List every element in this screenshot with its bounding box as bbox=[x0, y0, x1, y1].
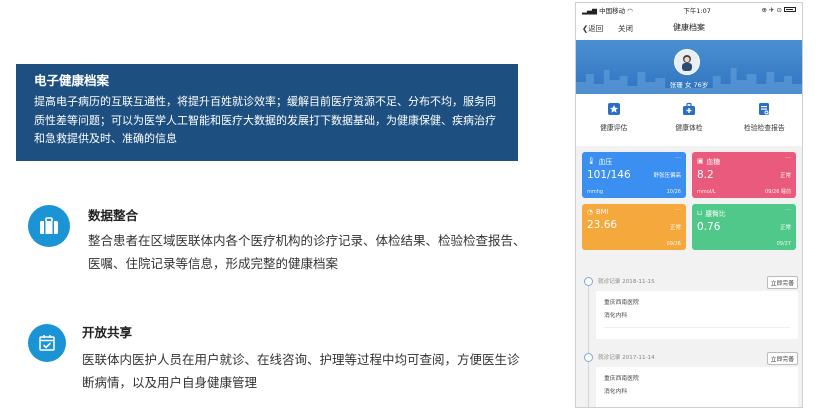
glucose-icon: ▣ bbox=[697, 157, 704, 165]
feature-title: 开放共享 bbox=[82, 325, 133, 340]
complete-record-button[interactable]: 立即完善 bbox=[766, 276, 798, 289]
page-title: 健康档案 bbox=[673, 23, 705, 32]
feature-desc: 整合患者在区域医联体内各个医疗机构的诊疗记录、体检结果、检验检查报告、医嘱、住院… bbox=[88, 233, 526, 271]
nav-bar: ❮返回 关闭 健康档案 bbox=[576, 16, 802, 40]
wifi-icon: ◠ bbox=[627, 6, 633, 15]
quick-label: 健康体检 bbox=[675, 124, 703, 132]
status-icons: ⊕ ✈ ⊙ bbox=[761, 6, 796, 14]
card-header: ⊔ 腰臀比 ··· bbox=[697, 207, 791, 218]
timeline-dot-icon bbox=[584, 277, 593, 286]
card-value: 8.2 bbox=[697, 169, 714, 181]
avatar[interactable] bbox=[674, 49, 700, 75]
card-waist-hip-ratio[interactable]: ⊔ 腰臀比 ··· 0.76 正常 09/27 bbox=[692, 204, 796, 250]
intro-title: 电子健康档案 bbox=[34, 73, 110, 88]
status-time: 下午1:07 bbox=[683, 6, 711, 15]
more-icon[interactable]: ··· bbox=[675, 155, 681, 162]
card-status: 正常 bbox=[779, 173, 791, 179]
card-date: 09/26 bbox=[666, 241, 681, 247]
card-header: ▣ 血糖 ··· bbox=[697, 155, 791, 166]
quick-lab-report[interactable]: 检验检查报告 bbox=[729, 102, 799, 132]
ruler-icon: ⊔ bbox=[697, 209, 703, 217]
record-hospital: 重庆西南医院 bbox=[604, 300, 639, 306]
card-title: 血压 bbox=[598, 158, 613, 166]
battery-icon bbox=[784, 7, 796, 12]
card-title: 腰臀比 bbox=[705, 210, 726, 218]
card-blood-sugar[interactable]: ▣ 血糖 ··· 8.2 正常 mmol/L 09/26 睡前 bbox=[692, 152, 796, 198]
quick-health-checkup[interactable]: 健康体检 bbox=[654, 102, 724, 132]
medical-kit-icon bbox=[682, 102, 695, 115]
user-age: 76岁 bbox=[693, 81, 709, 89]
intro-box: 电子健康档案 提高电子病历的互联互通性，将提升百姓就诊效率；缓解目前医疗资源不足… bbox=[16, 64, 518, 161]
feature-title: 数据整合 bbox=[88, 208, 139, 223]
quick-label: 检验检查报告 bbox=[743, 124, 785, 132]
visit-timeline: 就诊记录 2018-11-15 立即完善 重庆西南医院 消化内科 就诊记录 20… bbox=[582, 271, 798, 407]
card-title: BMI bbox=[595, 208, 609, 216]
signal-icon: ▂▄▆ bbox=[582, 6, 597, 15]
health-cards: 🌡 血压 ··· 101/146 舒张压偏高 mmhg 10/26 ▣ 血糖 ·… bbox=[576, 146, 802, 250]
card-date: 10/26 bbox=[666, 189, 681, 195]
user-info: 张珊 女 76岁 bbox=[576, 79, 802, 89]
card-value: 0.76 bbox=[697, 221, 721, 233]
gauge-icon: ◔ bbox=[587, 208, 593, 216]
status-bar: ▂▄▆ 中国移动 ◠ 下午1:07 ⊕ ✈ ⊙ bbox=[576, 3, 802, 16]
more-icon[interactable]: ··· bbox=[785, 207, 791, 214]
record-hospital: 重庆西南医院 bbox=[604, 376, 639, 382]
star-badge-icon bbox=[607, 103, 620, 115]
timeline-dot-icon bbox=[584, 353, 593, 362]
card-status: 舒张压偏高 bbox=[653, 173, 681, 179]
timeline-entry: 就诊记录 2018-11-15 立即完善 重庆西南医院 消化内科 bbox=[582, 271, 798, 347]
card-bmi[interactable]: ◔ BMI ··· 23.66 正常 09/26 bbox=[582, 204, 686, 250]
profile-header: 张珊 女 76岁 bbox=[576, 40, 802, 94]
carrier-label: ▂▄▆ 中国移动 ◠ bbox=[582, 6, 633, 15]
record-card[interactable]: 重庆西南医院 消化内科 bbox=[596, 367, 798, 407]
record-dept: 消化内科 bbox=[604, 389, 628, 395]
briefcase-icon bbox=[28, 205, 70, 247]
more-icon[interactable]: ··· bbox=[675, 207, 681, 214]
record-date: 就诊记录 2018-11-15 bbox=[598, 279, 655, 285]
phone-screen: ▂▄▆ 中国移动 ◠ 下午1:07 ⊕ ✈ ⊙ ❮返回 关闭 健康档案 张珊 女 bbox=[575, 2, 803, 408]
card-blood-pressure[interactable]: 🌡 血压 ··· 101/146 舒张压偏高 mmhg 10/26 bbox=[582, 152, 686, 198]
record-date: 就诊记录 2017-11-14 bbox=[598, 355, 655, 361]
user-gender: 女 bbox=[684, 81, 692, 89]
card-header: 🌡 血压 ··· bbox=[587, 155, 681, 166]
divider bbox=[604, 327, 790, 328]
record-card[interactable]: 重庆西南医院 消化内科 bbox=[596, 291, 798, 339]
thermometer-icon: 🌡 bbox=[587, 157, 596, 165]
quick-health-assessment[interactable]: 健康评估 bbox=[579, 102, 649, 132]
card-unit: mmol/L bbox=[697, 189, 716, 195]
card-title: 血糖 bbox=[706, 158, 721, 166]
quick-label: 健康评估 bbox=[600, 124, 628, 132]
complete-record-button[interactable]: 立即完善 bbox=[766, 352, 798, 365]
card-value: 23.66 bbox=[587, 219, 618, 231]
card-unit: mmhg bbox=[587, 189, 604, 195]
report-icon bbox=[759, 103, 770, 115]
feature-desc: 医联体内医护人员在用户就诊、在线咨询、护理等过程中均可查阅，方便医生诊断病情，以… bbox=[82, 352, 520, 390]
more-icon[interactable]: ··· bbox=[785, 155, 791, 162]
card-date: 09/26 睡前 bbox=[765, 189, 791, 195]
card-header: ◔ BMI ··· bbox=[587, 207, 681, 216]
user-name: 张珊 bbox=[669, 81, 683, 89]
record-dept: 消化内科 bbox=[604, 313, 628, 319]
card-date: 09/27 bbox=[776, 241, 791, 247]
card-status: 正常 bbox=[779, 225, 791, 231]
intro-body: 提高电子病历的互联互通性，将提升百姓就诊效率；缓解目前医疗资源不足、分布不均，服… bbox=[34, 95, 496, 145]
calendar-check-icon bbox=[28, 324, 66, 362]
card-status: 正常 bbox=[669, 225, 681, 231]
timeline-entry: 就诊记录 2017-11-14 立即完善 重庆西南医院 消化内科 bbox=[582, 347, 798, 407]
quick-actions: 健康评估 健康体检 检验检查报告 bbox=[576, 94, 802, 146]
